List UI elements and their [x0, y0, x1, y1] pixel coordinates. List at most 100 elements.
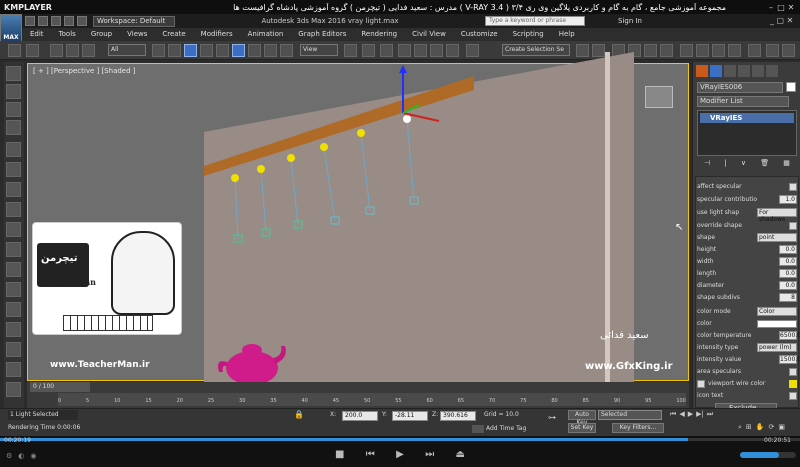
- new-file-icon[interactable]: [25, 16, 35, 26]
- z-coordinate[interactable]: 390.616: [440, 411, 476, 421]
- time-tag-icon[interactable]: [472, 425, 484, 433]
- play-icon[interactable]: ▶: [396, 449, 404, 460]
- vray-ambient-icon[interactable]: [6, 202, 21, 217]
- orbit-icon[interactable]: ⟳: [769, 423, 775, 433]
- vray-plane-icon[interactable]: [6, 262, 21, 277]
- redo-icon[interactable]: [77, 16, 87, 26]
- lock-selection-icon[interactable]: 🔒: [294, 410, 304, 419]
- selection-filter-dropdown[interactable]: All: [108, 44, 146, 56]
- param-dropdown[interactable]: For shadows: [757, 208, 797, 223]
- key-filters-button[interactable]: Key Filters...: [612, 423, 664, 433]
- render-setup-icon[interactable]: [696, 44, 709, 57]
- link-icon[interactable]: [50, 44, 63, 57]
- wire-color-swatch[interactable]: [789, 379, 797, 388]
- rectangle-selection-icon[interactable]: [184, 44, 197, 57]
- set-key-button[interactable]: Set Key: [568, 423, 596, 433]
- edit-named-selection-icon[interactable]: [466, 44, 479, 57]
- menu-views[interactable]: Views: [127, 30, 147, 38]
- param-checkbox[interactable]: [789, 391, 797, 400]
- view-cube[interactable]: [645, 86, 673, 108]
- param-spinner[interactable]: 8: [779, 293, 797, 302]
- go-to-end-icon[interactable]: ⏭: [707, 410, 713, 420]
- menu-edit[interactable]: Edit: [30, 30, 44, 38]
- menu-tools[interactable]: Tools: [59, 30, 76, 38]
- vray-vfb-icon[interactable]: [6, 84, 21, 99]
- 3d-icon[interactable]: ◐: [18, 452, 24, 460]
- previous-frame-icon[interactable]: ◀: [679, 410, 684, 420]
- reference-coordinate-dropdown[interactable]: View: [300, 44, 338, 56]
- select-by-name-icon[interactable]: [168, 44, 181, 57]
- settings-icon[interactable]: ⚙: [6, 452, 12, 460]
- utilities-tab-icon[interactable]: [766, 65, 778, 77]
- param-spinner[interactable]: 1500.0: [779, 355, 800, 364]
- window-controls[interactable]: _ ▢ ✕: [770, 14, 793, 28]
- next-icon[interactable]: ⏭: [425, 449, 434, 460]
- vray-rt-icon[interactable]: [6, 102, 21, 117]
- x-coordinate[interactable]: 200.0: [342, 411, 378, 421]
- vray-settings-icon[interactable]: [6, 382, 21, 397]
- select-move-icon[interactable]: [232, 44, 245, 57]
- next-frame-icon[interactable]: ▶|: [696, 410, 704, 420]
- vray-ies-icon[interactable]: [6, 182, 21, 197]
- open-file-icon[interactable]: [38, 16, 48, 26]
- app-logo[interactable]: MAX: [0, 14, 22, 42]
- minimize-icon[interactable]: –: [766, 3, 776, 12]
- menu-modifiers[interactable]: Modifiers: [201, 30, 233, 38]
- menu-help[interactable]: Help: [559, 30, 575, 38]
- align-icon[interactable]: [592, 44, 605, 57]
- workspace-dropdown[interactable]: Workspace: Default: [93, 15, 175, 27]
- close-icon[interactable]: ✕: [786, 3, 796, 12]
- undo-icon[interactable]: [8, 44, 21, 57]
- display-tab-icon[interactable]: [752, 65, 764, 77]
- param-spinner[interactable]: 0.0: [779, 281, 797, 290]
- window-crossing-icon[interactable]: [200, 44, 213, 57]
- render-production-icon[interactable]: [728, 44, 741, 57]
- stop-icon[interactable]: ■: [335, 449, 344, 460]
- named-selection-dropdown[interactable]: Create Selection Se: [502, 44, 570, 56]
- mirror-icon[interactable]: [576, 44, 589, 57]
- param-checkbox[interactable]: [789, 221, 797, 230]
- maximize-viewport-icon[interactable]: ▣: [778, 423, 785, 433]
- previous-icon[interactable]: ⏮: [366, 449, 375, 460]
- vray-physical-camera-icon[interactable]: [6, 322, 21, 337]
- object-name-field[interactable]: VRayIES006: [697, 82, 783, 93]
- undo-icon[interactable]: [64, 16, 74, 26]
- vray-sun-icon[interactable]: [6, 162, 21, 177]
- keyboard-shortcut-icon[interactable]: [380, 44, 393, 57]
- key-mode-dropdown[interactable]: Selected: [598, 410, 662, 420]
- material-editor-icon[interactable]: [680, 44, 693, 57]
- vray-proxy-icon[interactable]: [6, 222, 21, 237]
- play-icon[interactable]: ▶: [688, 410, 693, 420]
- hierarchy-tab-icon[interactable]: [724, 65, 736, 77]
- vray-fur-icon[interactable]: [6, 242, 21, 257]
- placement-icon[interactable]: [280, 44, 293, 57]
- vray-render-icon[interactable]: [6, 66, 21, 81]
- color-swatch[interactable]: [757, 319, 797, 328]
- select-manipulate-icon[interactable]: [362, 44, 375, 57]
- redo-icon[interactable]: [26, 44, 39, 57]
- configure-sets-icon[interactable]: ▦: [783, 159, 790, 171]
- param-checkbox[interactable]: [789, 182, 797, 191]
- menu-create[interactable]: Create: [162, 30, 185, 38]
- create-tab-icon[interactable]: [696, 65, 708, 77]
- param-checkbox[interactable]: [697, 379, 705, 388]
- vray-light-icon[interactable]: [766, 44, 779, 57]
- param-dropdown[interactable]: point: [757, 233, 797, 242]
- zoom-icon[interactable]: ⌕: [738, 423, 742, 433]
- unlink-icon[interactable]: [66, 44, 79, 57]
- y-coordinate[interactable]: -28.11: [392, 411, 428, 421]
- add-time-tag[interactable]: Add Time Tag: [486, 425, 526, 432]
- param-spinner[interactable]: 6500.0: [779, 331, 800, 340]
- modifier-list-dropdown[interactable]: Modifier List: [697, 96, 789, 107]
- rotate-icon[interactable]: [248, 44, 261, 57]
- vray-toolbar-icon[interactable]: [782, 44, 795, 57]
- key-icon[interactable]: ⊶: [548, 413, 556, 422]
- pan-icon[interactable]: ✋: [756, 423, 765, 433]
- param-dropdown[interactable]: Color: [757, 307, 797, 316]
- eject-icon[interactable]: ⏏: [456, 449, 465, 460]
- menu-rendering[interactable]: Rendering: [361, 30, 397, 38]
- menu-graph-editors[interactable]: Graph Editors: [298, 30, 346, 38]
- modify-tab-icon[interactable]: [710, 65, 722, 77]
- menu-scripting[interactable]: Scripting: [513, 30, 544, 38]
- vray-frame-buffer-icon[interactable]: [748, 44, 761, 57]
